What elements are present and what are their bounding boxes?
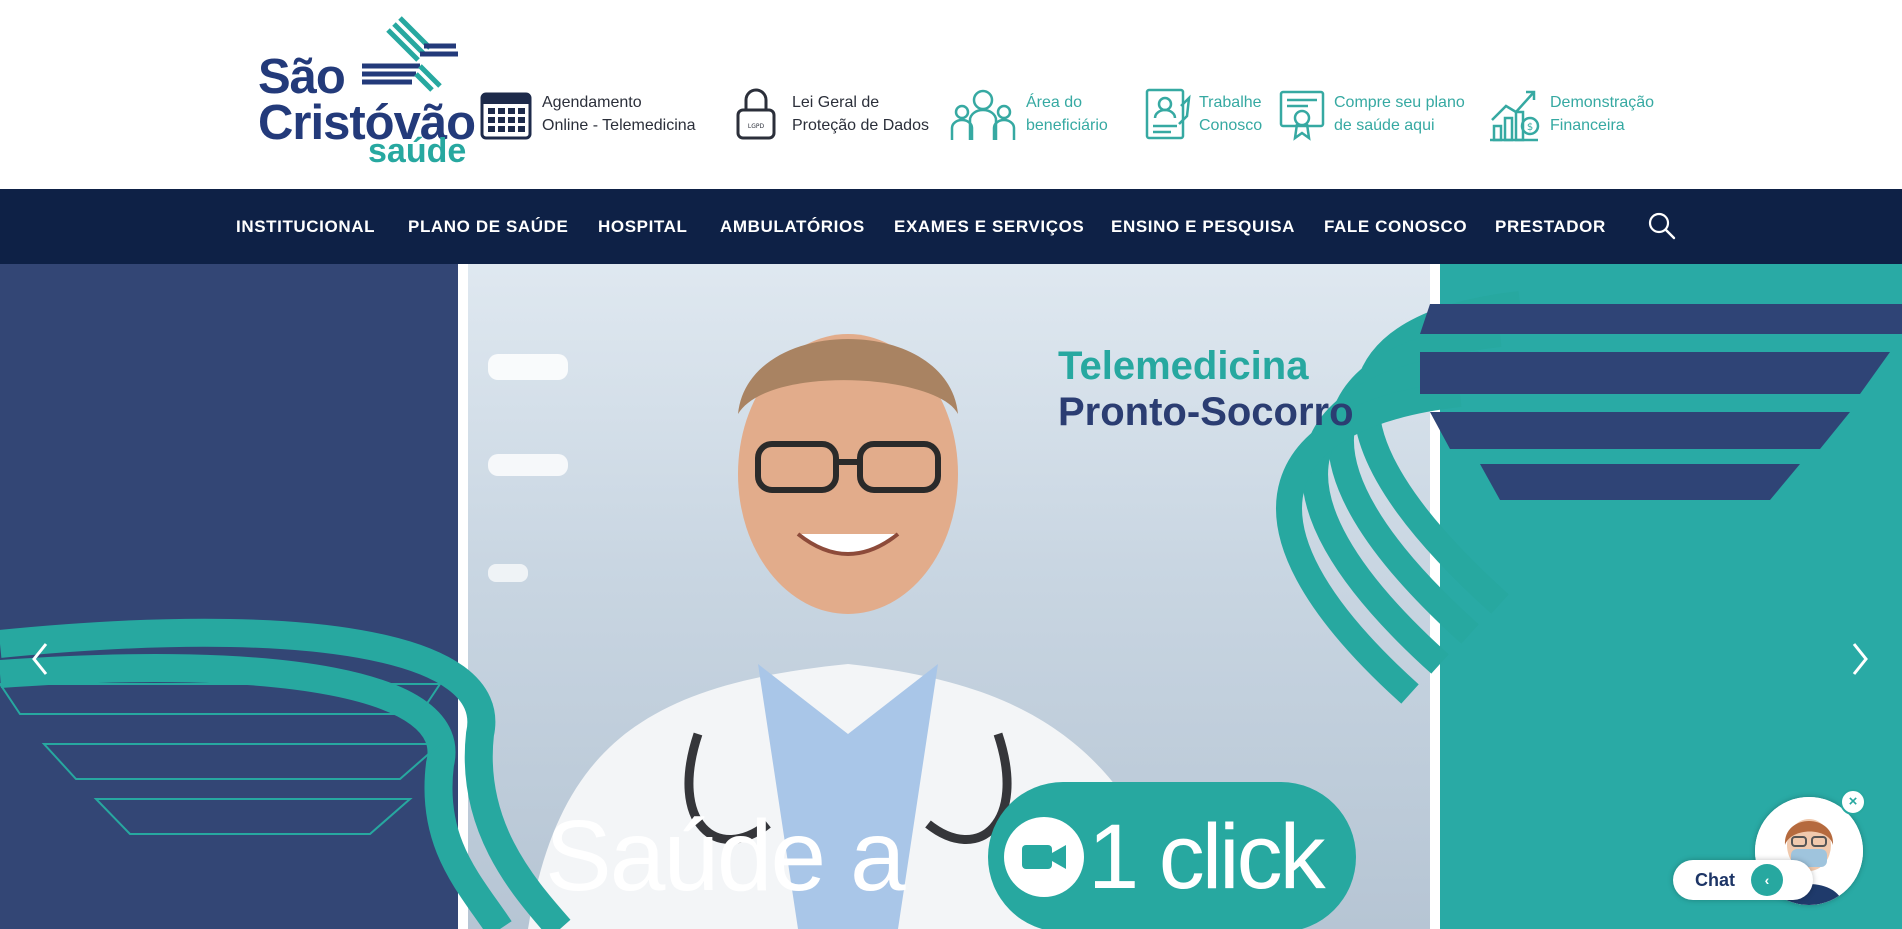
padlock-icon: LGPD bbox=[736, 88, 776, 140]
main-nav: INSTITUCIONAL PLANO DE SAÚDE HOSPITAL AM… bbox=[0, 189, 1902, 264]
slide-title-line-2: Pronto-Socorro bbox=[1058, 390, 1354, 434]
quicklink-label: Agendamento Online - Telemedicina bbox=[542, 94, 696, 134]
logo-line-1: São bbox=[258, 50, 346, 104]
chat-launcher[interactable]: Chat ‹ bbox=[1673, 860, 1813, 900]
quicklink-compre-plano[interactable]: Compre seu plano de saúde aqui bbox=[1278, 86, 1465, 142]
certificate-icon bbox=[1279, 90, 1325, 141]
family-icon bbox=[950, 89, 1016, 140]
quicklink-label: Demonstração Financeira bbox=[1550, 94, 1655, 134]
logo-line-3: saúde bbox=[368, 132, 467, 170]
slide-cta-badge[interactable]: 1 click bbox=[988, 782, 1356, 929]
quicklink-agendamento[interactable]: Agendamento Online - Telemedicina bbox=[478, 86, 696, 142]
site-header: São Cristóvão saúde Agendamento Online -… bbox=[0, 0, 1902, 189]
financial-chart-icon: $ bbox=[1490, 90, 1540, 142]
quicklink-lgpd[interactable]: LGPD Lei Geral de Proteção de Dados bbox=[728, 86, 929, 142]
quicklink-label: Área do beneficiário bbox=[1026, 94, 1108, 134]
search-icon bbox=[1648, 212, 1676, 240]
chevron-right-icon bbox=[1852, 643, 1868, 675]
quicklink-beneficiario[interactable]: Área do beneficiário bbox=[948, 86, 1108, 142]
chat-label: Chat bbox=[1695, 869, 1735, 890]
nav-item-prestador[interactable]: PRESTADOR bbox=[1495, 189, 1606, 264]
logo[interactable]: São Cristóvão saúde bbox=[258, 14, 476, 170]
nav-item-ensino-e-pesquisa[interactable]: ENSINO E PESQUISA bbox=[1111, 189, 1295, 264]
nav-item-institucional[interactable]: INSTITUCIONAL bbox=[236, 189, 375, 264]
nav-item-hospital[interactable]: HOSPITAL bbox=[598, 189, 688, 264]
chevron-left-icon[interactable]: ‹ bbox=[1751, 864, 1783, 896]
svg-text:$: $ bbox=[1527, 122, 1533, 133]
chevron-left-icon bbox=[32, 643, 48, 675]
slider-next-button[interactable] bbox=[1840, 634, 1880, 684]
resume-icon bbox=[1145, 88, 1191, 140]
slide-cta-text: 1 click bbox=[1088, 805, 1326, 908]
nav-item-ambulatorios[interactable]: AMBULATÓRIOS bbox=[720, 189, 865, 264]
svg-text:LGPD: LGPD bbox=[748, 123, 765, 130]
chat-close-button[interactable]: × bbox=[1840, 789, 1866, 815]
slide-title-line-1: Telemedicina bbox=[1058, 344, 1309, 388]
calendar-icon bbox=[480, 92, 532, 140]
quicklink-demonstracao[interactable]: $ Demonstração Financeira bbox=[1486, 86, 1654, 142]
quicklink-label: Lei Geral de Proteção de Dados bbox=[792, 94, 929, 134]
brand-stripes-decoration bbox=[0, 291, 1902, 929]
quicklink-label: Compre seu plano de saúde aqui bbox=[1334, 94, 1465, 134]
slide-caption: Saúde a bbox=[545, 800, 906, 912]
hero-slider: Telemedicina Pronto-Socorro Saúde a 1 cl… bbox=[0, 264, 1902, 929]
slider-prev-button[interactable] bbox=[20, 634, 60, 684]
nav-item-fale-conosco[interactable]: FALE CONOSCO bbox=[1324, 189, 1467, 264]
quicklink-label: Trabalhe Conosco bbox=[1199, 94, 1263, 134]
search-button[interactable] bbox=[1645, 209, 1679, 243]
video-camera-icon bbox=[1004, 817, 1084, 897]
quicklink-trabalhe[interactable]: Trabalhe Conosco bbox=[1143, 86, 1262, 142]
nav-item-exames-e-servicos[interactable]: EXAMES E SERVIÇOS bbox=[894, 189, 1084, 264]
nav-item-plano-de-saude[interactable]: PLANO DE SAÚDE bbox=[408, 189, 568, 264]
